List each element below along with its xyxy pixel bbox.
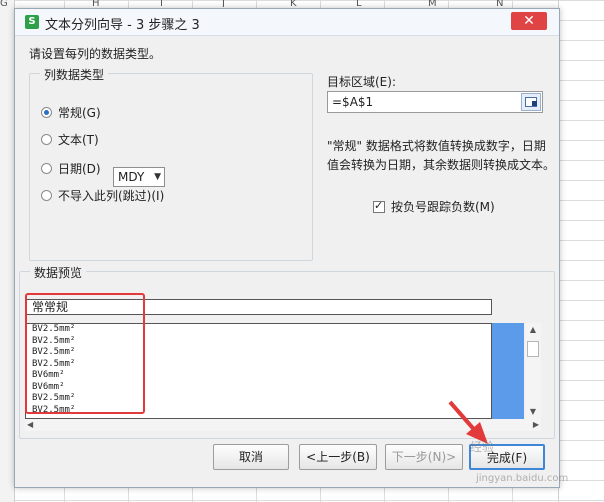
column-header-l[interactable]: L [356,0,362,7]
preview-selected-column[interactable] [492,323,524,419]
target-area-input[interactable]: =$A$1 [327,91,543,113]
checkbox-checked[interactable] [373,199,385,213]
radio-text[interactable]: 文本(T) [41,130,99,148]
column-header-m[interactable]: M [428,0,437,7]
radio-button[interactable] [41,189,52,201]
scroll-thumb[interactable] [527,341,539,357]
column-header-g[interactable]: G [0,0,8,7]
radio-button[interactable] [41,162,52,174]
spreadsheet-right-area [558,0,604,502]
next-button[interactable]: 下一步(N)> [385,444,463,470]
radio-text-label: 文本(T) [58,132,99,147]
radio-button-checked[interactable] [41,106,52,118]
radio-skip[interactable]: 不导入此列(跳过)(I) [41,186,164,204]
scroll-left-icon[interactable]: ◀ [27,419,33,431]
radio-button[interactable] [41,133,52,145]
range-picker-arrow [532,101,537,106]
date-format-select[interactable]: MDY ▼ [113,167,165,187]
watermark-url: jingyan.baidu.com [476,473,569,484]
radio-date[interactable]: 日期(D) [41,159,101,177]
column-type-legend: 列数据类型 [40,66,109,83]
chevron-down-icon[interactable]: ▼ [154,168,161,186]
preview-horizontal-scrollbar[interactable]: ◀ ▶ [25,419,541,431]
radio-skip-label: 不导入此列(跳过)(I) [58,188,165,203]
radio-general[interactable]: 常规(G) [41,103,101,121]
range-picker-icon[interactable] [521,93,541,111]
date-format-value: MDY [118,170,145,184]
format-description: "常规" 数据格式将数值转换成数字，日期值会转换为日期，其余数据则转换成文本。 [327,139,556,172]
radio-date-label: 日期(D) [58,161,101,176]
negative-tracking-label: 按负号跟踪负数(M) [391,200,495,214]
column-header-j[interactable]: J [222,0,225,7]
column-header-h[interactable]: H [92,0,100,7]
column-header-i[interactable]: I [160,0,163,7]
close-icon[interactable]: ✕ [511,12,547,30]
column-header-n[interactable]: N [496,0,503,7]
negative-tracking-option[interactable]: 按负号跟踪负数(M) [373,198,495,215]
preview-vertical-scrollbar[interactable]: ▲ ▼ [525,323,541,419]
radio-general-label: 常规(G) [58,105,101,120]
app-logo-icon: S [25,15,39,29]
watermark-text: 经验 [470,440,495,454]
annotation-highlight-box [25,293,145,414]
column-header-k[interactable]: K [290,0,297,7]
back-button[interactable]: <上一步(B) [299,444,377,470]
row-header-strip [0,0,15,502]
cancel-button[interactable]: 取消 [213,444,289,470]
text-import-wizard-dialog: S 文本分列向导 - 3 步骤之 3 ✕ 请设置每列的数据类型。 列数据类型 常… [14,8,560,488]
dialog-title: 文本分列向导 - 3 步骤之 3 [45,18,200,33]
target-area-label: 目标区域(E): [327,75,396,89]
dialog-titlebar[interactable]: S 文本分列向导 - 3 步骤之 3 ✕ [15,9,559,36]
scroll-right-icon[interactable]: ▶ [533,419,539,431]
scroll-up-icon[interactable]: ▲ [525,323,541,337]
data-preview-legend: 数据预览 [30,264,87,281]
scroll-down-icon[interactable]: ▼ [525,405,541,419]
instruction-text: 请设置每列的数据类型。 [29,47,162,61]
